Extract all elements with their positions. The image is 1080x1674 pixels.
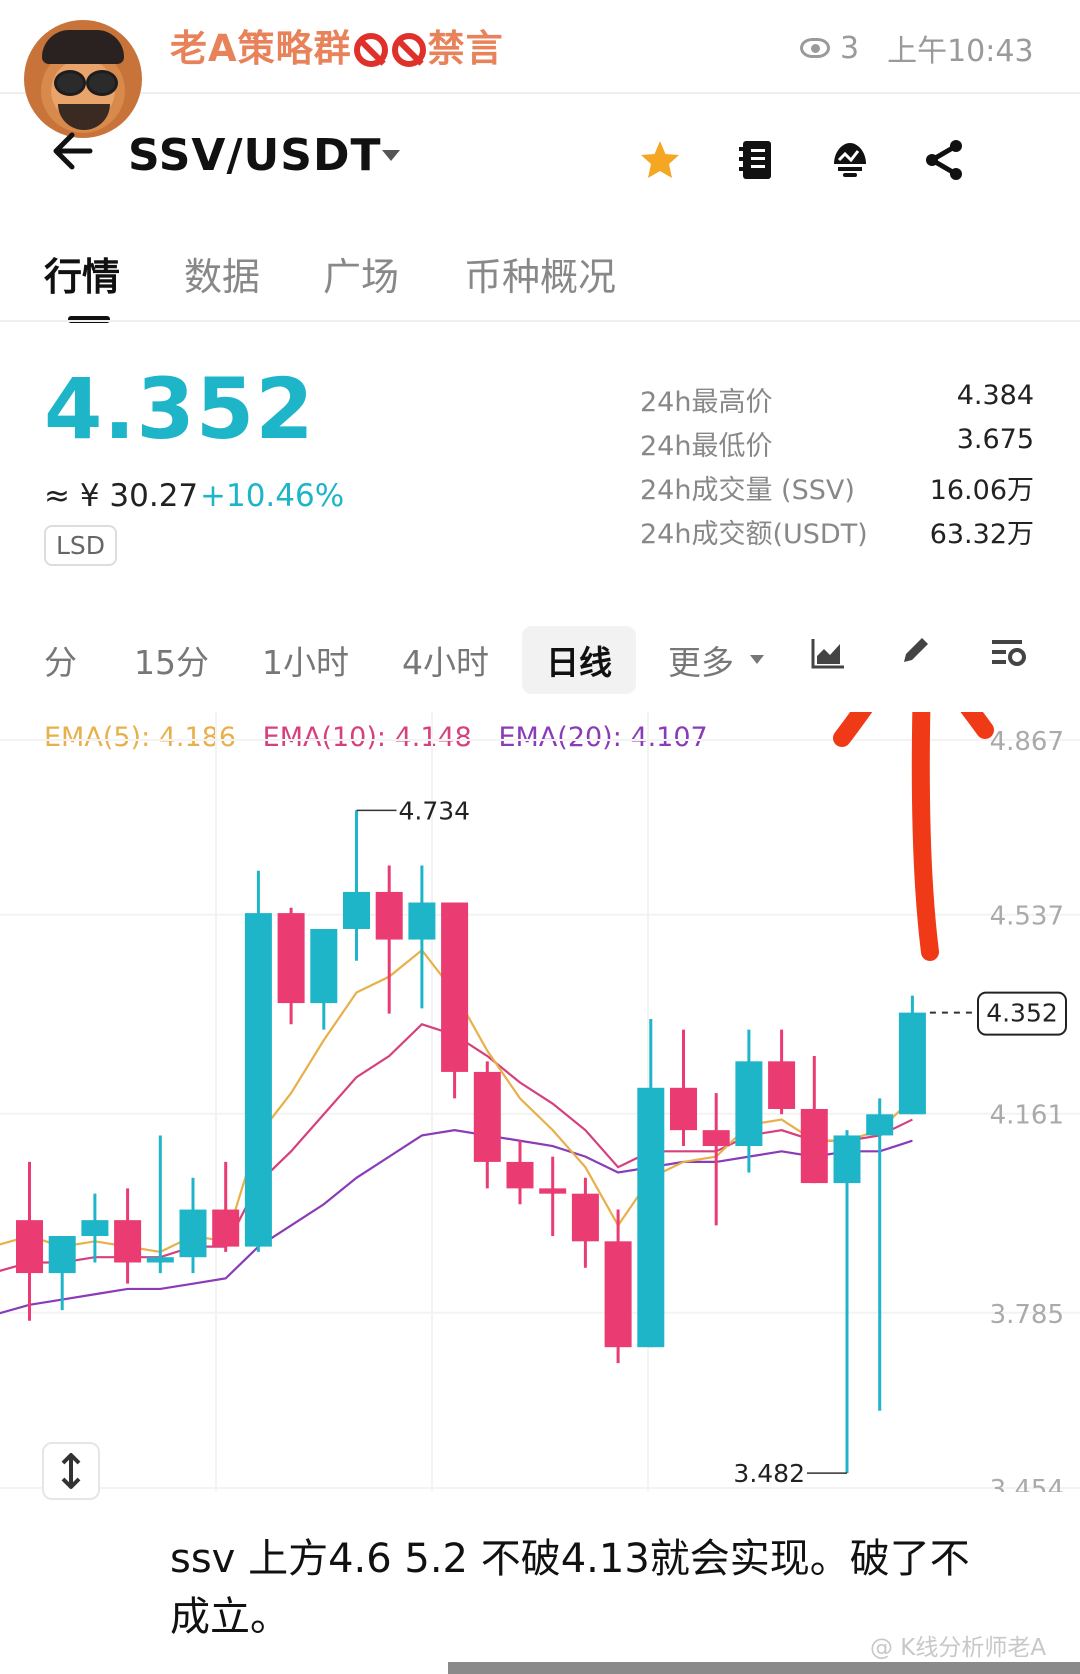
y-tick-label: 3.785 [990,1300,1064,1330]
candle-body [212,1209,240,1247]
candlestick-chart[interactable]: 4.867 4.537 4.161 3.785 3.454 4.734 3.482 4.352 [0,712,1080,1492]
stat-high-label: 24h最高价 [640,387,773,418]
area-chart-icon [811,639,844,669]
candle-body [81,1220,109,1237]
candle-body [179,1209,207,1258]
avatar[interactable] [24,20,142,138]
annotation-arrow [833,712,994,961]
no-entry-icon [391,33,426,67]
vertical-resize-icon [61,1453,81,1489]
candle-body [473,1071,501,1162]
favorite-button[interactable] [638,138,682,182]
last-price-label: 4.352 [986,999,1058,1028]
tf-15m[interactable]: 15分 [134,636,209,684]
star-icon [641,141,679,178]
candle-body [277,913,305,1004]
tf-4h[interactable]: 4小时 [402,636,489,684]
y-tick-label: 4.867 [990,727,1064,757]
candle-body [768,1061,796,1109]
candle-body [48,1236,76,1274]
home-indicator [448,1662,1080,1674]
tf-daily[interactable]: 日线 [522,626,636,694]
settings-list-icon [992,640,1026,666]
cny-price: ≈ ¥ 30.27 [44,478,199,514]
tab-market[interactable]: 行情 [44,246,120,301]
group-name[interactable]: 老A策略群 禁言 [170,18,504,72]
back-button[interactable] [50,128,94,182]
candle-body [375,891,403,940]
candle-body [244,913,272,1247]
no-entry-icon [353,33,388,67]
candle-body [146,1257,174,1263]
candle-body [343,891,370,929]
low-price-label: 3.482 [733,1459,805,1488]
eye-icon [800,38,830,58]
pair-selector[interactable]: SSV/USDT [128,130,381,181]
candle-body [310,928,338,1004]
candle-body [866,1114,894,1136]
post-time: 上午10:43 [887,34,1034,69]
candle-body [670,1087,697,1131]
indicator-settings-button[interactable] [990,636,1028,674]
notes-button[interactable] [734,138,778,182]
stat-high-value: 4.384 [956,380,1034,411]
arrow-left-icon [53,132,93,170]
view-count: 3 [840,30,860,66]
watermark: @ K线分析师老A [870,1635,1047,1661]
candle-body [441,902,469,1072]
price-change: +10.46% [200,478,345,514]
chevron-down-icon [750,655,764,664]
candle-body [408,902,436,940]
candle-body [898,1012,926,1115]
y-tick-label: 3.454 [990,1475,1064,1492]
candle-body [735,1061,763,1147]
bot-icon [834,143,866,177]
tf-1h[interactable]: 1小时 [262,636,349,684]
stat-low-label: 24h最低价 [640,431,773,462]
divider [0,320,1080,322]
tab-square[interactable]: 广场 [323,246,399,301]
group-suffix: 禁言 [427,27,504,70]
y-tick-label: 4.537 [990,902,1064,932]
tab-coin-overview[interactable]: 币种概况 [464,246,616,301]
stat-low-value: 3.675 [956,424,1034,455]
chart-type-button[interactable] [810,636,846,674]
notebook-icon [739,141,771,179]
bot-button[interactable] [828,138,872,182]
tf-minute[interactable]: 分 [44,636,77,684]
candle-body [506,1161,534,1189]
share-button[interactable] [922,138,966,182]
tab-data[interactable]: 数据 [184,246,260,301]
chart-scale-button[interactable] [42,1442,100,1500]
pencil-icon [904,638,928,662]
stat-volume-value: 16.06万 [929,475,1034,506]
candle-body [16,1220,43,1274]
stat-volume-label: 24h成交量 (SSV) [640,475,855,506]
candle-body [800,1108,828,1184]
tf-more[interactable]: 更多 [668,636,734,684]
candle-body [604,1241,632,1348]
candle-body [571,1193,599,1242]
share-icon [926,140,962,180]
y-tick-label: 4.161 [990,1101,1064,1131]
view-stats: 3 上午10:43 [800,26,1034,70]
stat-turnover-value: 63.32万 [929,519,1034,550]
candle-body [833,1135,861,1184]
candle-body [539,1188,567,1194]
stat-turnover-label: 24h成交额(USDT) [640,519,868,550]
chevron-down-icon[interactable] [382,150,400,161]
draw-tool-button[interactable] [898,634,932,672]
candle-body [637,1087,665,1348]
candle-body [702,1130,730,1147]
group-name-text: 老A策略群 [170,27,352,70]
category-tag[interactable]: LSD [44,525,118,566]
candle-body [114,1220,142,1263]
high-price-label: 4.734 [399,796,471,825]
last-price: 4.352 [44,360,315,458]
